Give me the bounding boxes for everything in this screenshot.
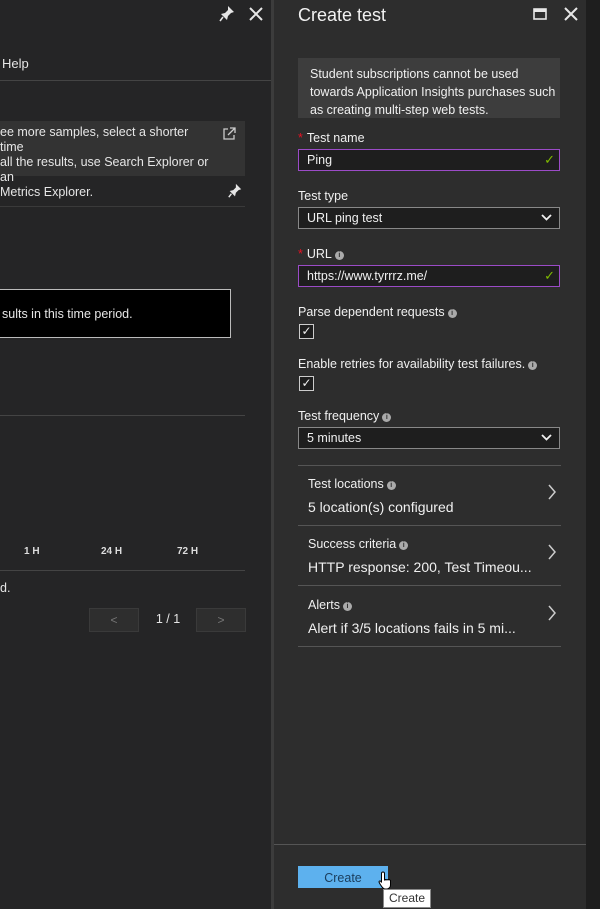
success-criteria-label: Success criteria i bbox=[308, 537, 409, 551]
alerts-label: Alerts i bbox=[308, 598, 352, 612]
parse-dependent-label: Parse dependent requests i bbox=[298, 305, 457, 319]
page-title: Create test bbox=[298, 5, 387, 25]
chevron-right-icon bbox=[547, 604, 557, 627]
divider bbox=[0, 206, 245, 207]
success-criteria-value: HTTP response: 200, Test Timeou... bbox=[308, 559, 532, 575]
test-type-label: Test type bbox=[298, 189, 349, 203]
subscription-notice-text: Student subscriptions cannot be used tow… bbox=[310, 67, 556, 117]
create-button[interactable]: Create bbox=[298, 866, 388, 888]
test-frequency-value: 5 minutes bbox=[307, 431, 362, 445]
pager-next-button[interactable]: > bbox=[196, 608, 246, 632]
external-link-icon[interactable] bbox=[222, 127, 236, 141]
truncated-text: d. bbox=[0, 581, 11, 595]
test-locations-row[interactable]: Test locations i 5 location(s) configured bbox=[298, 466, 561, 525]
close-icon[interactable] bbox=[562, 5, 580, 25]
chevron-right-icon bbox=[547, 483, 557, 506]
menu-help[interactable]: Help bbox=[2, 56, 29, 71]
parse-dependent-checkbox[interactable]: ✓ bbox=[299, 324, 314, 339]
tooltip: Create bbox=[383, 889, 432, 908]
info-icon[interactable]: i bbox=[399, 541, 409, 550]
info-icon[interactable]: i bbox=[386, 481, 396, 490]
test-frequency-label: Test frequency i bbox=[298, 409, 392, 423]
test-name-input[interactable]: Ping ✓ bbox=[298, 149, 560, 171]
pin-icon[interactable] bbox=[218, 5, 236, 25]
no-results-notice: sults in this time period. bbox=[0, 289, 231, 338]
range-72h[interactable]: 72 H bbox=[177, 546, 198, 557]
test-frequency-label-text: Test frequency bbox=[298, 409, 380, 423]
info-icon[interactable]: i bbox=[334, 251, 344, 260]
info-icon[interactable]: i bbox=[342, 602, 352, 611]
required-marker: * bbox=[298, 247, 303, 261]
url-label: * URL i bbox=[298, 247, 344, 261]
enable-retries-label: Enable retries for availability test fai… bbox=[298, 357, 538, 371]
success-criteria-row[interactable]: Success criteria i HTTP response: 200, Te… bbox=[298, 526, 561, 585]
test-locations-value: 5 location(s) configured bbox=[308, 499, 454, 515]
chevron-down-icon bbox=[541, 210, 552, 227]
close-icon[interactable] bbox=[247, 5, 265, 25]
pin-icon[interactable] bbox=[227, 183, 243, 199]
range-24h[interactable]: 24 H bbox=[101, 546, 122, 557]
divider bbox=[0, 570, 245, 571]
left-blade-toolbar bbox=[218, 5, 268, 27]
alerts-label-text: Alerts bbox=[308, 598, 340, 612]
chevron-down-icon bbox=[541, 430, 552, 447]
checkmark-icon: ✓ bbox=[544, 152, 555, 167]
url-input[interactable]: https://www.tyrrrz.me/ ✓ bbox=[298, 265, 560, 287]
success-criteria-label-text: Success criteria bbox=[308, 537, 397, 551]
test-locations-label-text: Test locations bbox=[308, 477, 384, 491]
enable-retries-label-text: Enable retries for availability test fai… bbox=[298, 357, 526, 371]
pager-prev-button[interactable]: < bbox=[89, 608, 139, 632]
checkmark-icon: ✓ bbox=[544, 268, 555, 283]
test-frequency-select[interactable]: 5 minutes bbox=[298, 427, 560, 449]
subscription-notice: Student subscriptions cannot be used tow… bbox=[298, 58, 560, 118]
info-text: ee more samples, select a shorter time a… bbox=[0, 125, 209, 199]
info-icon[interactable]: i bbox=[528, 361, 538, 370]
range-1h[interactable]: 1 H bbox=[24, 546, 40, 557]
divider bbox=[298, 646, 561, 647]
enable-retries-checkbox[interactable]: ✓ bbox=[299, 376, 314, 391]
info-icon[interactable]: i bbox=[447, 309, 457, 318]
url-value: https://www.tyrrrz.me/ bbox=[307, 269, 428, 283]
divider bbox=[0, 415, 245, 416]
required-marker: * bbox=[298, 131, 303, 145]
parse-dependent-label-text: Parse dependent requests bbox=[298, 305, 445, 319]
maximize-icon[interactable] bbox=[531, 5, 549, 25]
test-name-label: * Test name bbox=[298, 131, 365, 145]
footer-divider bbox=[274, 844, 586, 845]
alerts-row[interactable]: Alerts i Alert if 3/5 locations fails in … bbox=[298, 586, 561, 645]
chevron-right-icon bbox=[547, 543, 557, 566]
url-label-text: URL bbox=[306, 247, 332, 261]
test-type-select[interactable]: URL ping test bbox=[298, 207, 560, 229]
info-icon[interactable]: i bbox=[382, 413, 392, 422]
scrollbar[interactable] bbox=[586, 0, 600, 909]
test-name-value: Ping bbox=[307, 153, 333, 167]
test-type-value: URL ping test bbox=[307, 211, 383, 225]
alerts-value: Alert if 3/5 locations fails in 5 mi... bbox=[308, 620, 516, 636]
divider bbox=[0, 80, 271, 81]
test-name-label-text: Test name bbox=[306, 131, 365, 145]
pager-label: 1 / 1 bbox=[155, 612, 181, 626]
test-locations-label: Test locations i bbox=[308, 477, 396, 491]
notice-text: sults in this time period. bbox=[2, 307, 133, 321]
